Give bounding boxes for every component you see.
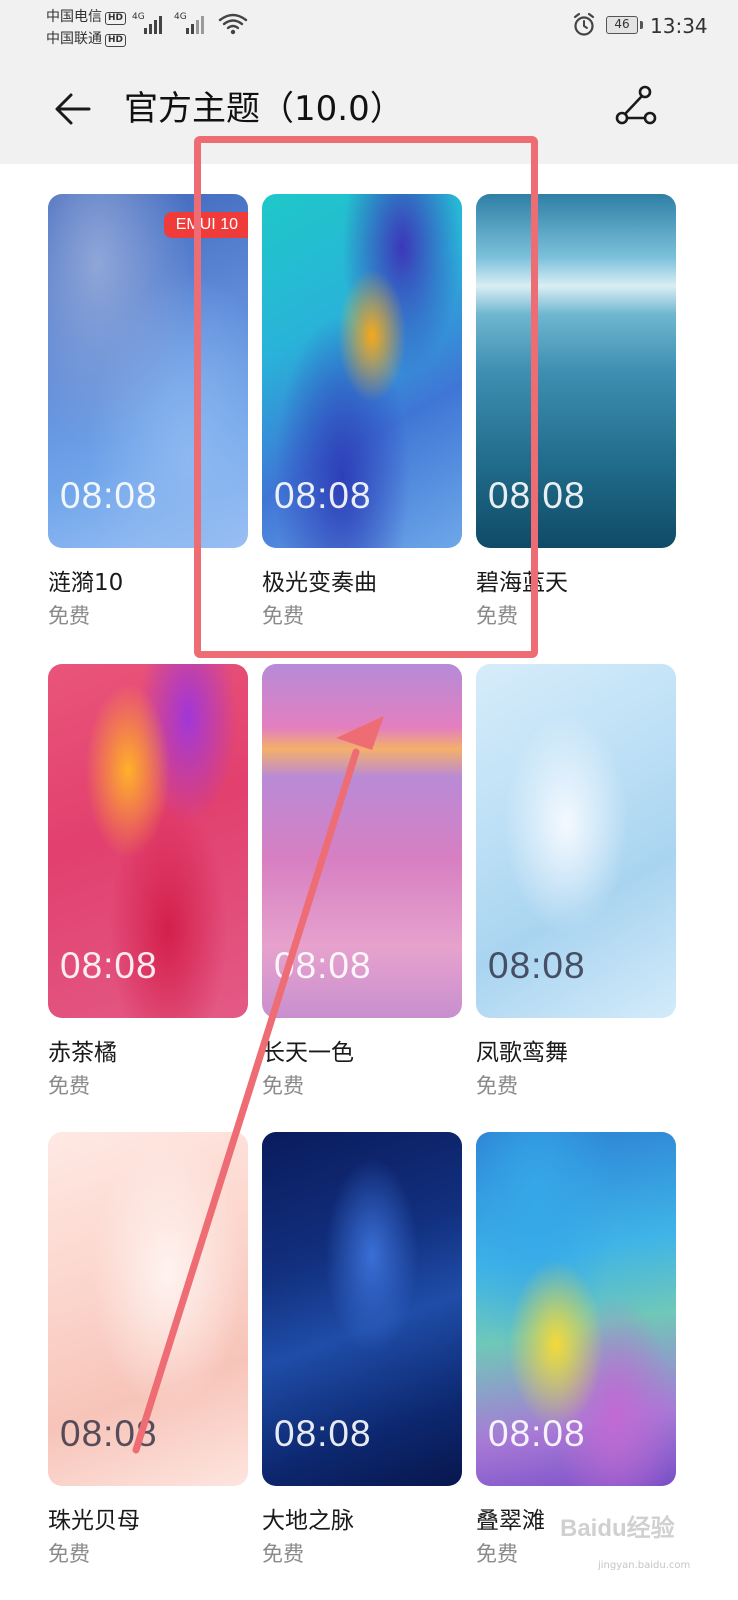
theme-price: 免费 <box>262 604 304 628</box>
alarm-icon <box>572 12 596 42</box>
carrier-2: 中国联通 HD <box>46 28 127 48</box>
back-arrow-icon <box>55 93 91 125</box>
battery-cap <box>640 21 643 29</box>
theme-price: 免费 <box>262 1542 304 1566</box>
theme-name: 凤歌鸾舞 <box>476 1040 568 1066</box>
theme-price: 免费 <box>476 1074 518 1098</box>
network-type-2: 4G <box>174 12 187 22</box>
signal-icon: 4G <box>174 12 210 40</box>
emui-badge: EMUI 10 <box>163 212 248 238</box>
theme-name: 涟漪10 <box>48 570 124 596</box>
theme-name: 极光变奏曲 <box>262 570 377 596</box>
theme-name: 大地之脉 <box>262 1508 354 1534</box>
theme-name: 碧海蓝天 <box>476 570 568 596</box>
page-title: 官方主题（10.0） <box>124 89 404 129</box>
preview-clock: 08:08 <box>274 945 372 986</box>
battery-level: 46 <box>614 17 630 31</box>
theme-card[interactable]: 08:08 叠翠滩 免费 <box>476 1132 676 1568</box>
theme-thumbnail[interactable]: 08:08 <box>262 1132 462 1486</box>
preview-clock: 08:08 <box>60 475 158 516</box>
hd-badge-2: HD <box>105 34 127 47</box>
theme-card[interactable]: 08:08 长天一色 免费 <box>262 664 462 1100</box>
theme-thumbnail[interactable]: 08:08 <box>476 194 676 548</box>
share-icon <box>615 85 657 125</box>
preview-clock: 08:08 <box>488 1413 586 1454</box>
theme-thumbnail[interactable]: 08:08 <box>262 664 462 1018</box>
battery-icon: 46 <box>606 16 638 34</box>
carrier-2-name: 中国联通 <box>46 31 102 47</box>
preview-clock: 08:08 <box>488 945 586 986</box>
wifi-icon <box>218 12 248 40</box>
theme-thumbnail[interactable]: EMUI 10 08:08 <box>48 194 248 548</box>
network-type-1: 4G <box>132 12 145 22</box>
preview-clock: 08:08 <box>274 475 372 516</box>
back-button[interactable] <box>48 84 98 134</box>
theme-name: 长天一色 <box>262 1040 354 1066</box>
status-time: 13:34 <box>650 14 708 38</box>
theme-thumbnail[interactable]: 08:08 <box>262 194 462 548</box>
theme-price: 免费 <box>476 604 518 628</box>
theme-price: 免费 <box>262 1074 304 1098</box>
theme-card[interactable]: EMUI 10 08:08 涟漪10 免费 <box>48 194 248 630</box>
baidu-watermark-url: jingyan.baidu.com <box>598 1560 691 1571</box>
theme-thumbnail[interactable]: 08:08 <box>48 1132 248 1486</box>
preview-clock: 08:08 <box>60 945 158 986</box>
signal-icon: 4G <box>132 12 168 40</box>
preview-clock: 08:08 <box>488 475 586 516</box>
share-button[interactable] <box>612 82 660 130</box>
theme-card[interactable]: 08:08 赤茶橘 免费 <box>48 664 248 1100</box>
status-bar: 中国电信 HD 中国联通 HD 4G 4G 46 13:34 <box>0 0 738 60</box>
app-bar: 官方主题（10.0） <box>0 60 738 164</box>
theme-name: 珠光贝母 <box>48 1508 140 1534</box>
theme-card[interactable]: 08:08 珠光贝母 免费 <box>48 1132 248 1568</box>
theme-price: 免费 <box>48 1542 90 1566</box>
theme-card[interactable]: 08:08 极光变奏曲 免费 <box>262 194 462 630</box>
theme-thumbnail[interactable]: 08:08 <box>476 664 676 1018</box>
theme-thumbnail[interactable]: 08:08 <box>48 664 248 1018</box>
theme-card[interactable]: 08:08 凤歌鸾舞 免费 <box>476 664 676 1100</box>
carrier-1-name: 中国电信 <box>46 9 102 25</box>
preview-clock: 08:08 <box>60 1413 158 1454</box>
theme-card[interactable]: 08:08 碧海蓝天 免费 <box>476 194 676 630</box>
theme-card[interactable]: 08:08 大地之脉 免费 <box>262 1132 462 1568</box>
baidu-watermark: Baidu经验 <box>560 1515 675 1542</box>
preview-clock: 08:08 <box>274 1413 372 1454</box>
theme-price: 免费 <box>48 604 90 628</box>
carrier-1: 中国电信 HD <box>46 6 127 26</box>
theme-price: 免费 <box>48 1074 90 1098</box>
theme-name: 赤茶橘 <box>48 1040 117 1066</box>
hd-badge-1: HD <box>105 12 127 25</box>
theme-thumbnail[interactable]: 08:08 <box>476 1132 676 1486</box>
